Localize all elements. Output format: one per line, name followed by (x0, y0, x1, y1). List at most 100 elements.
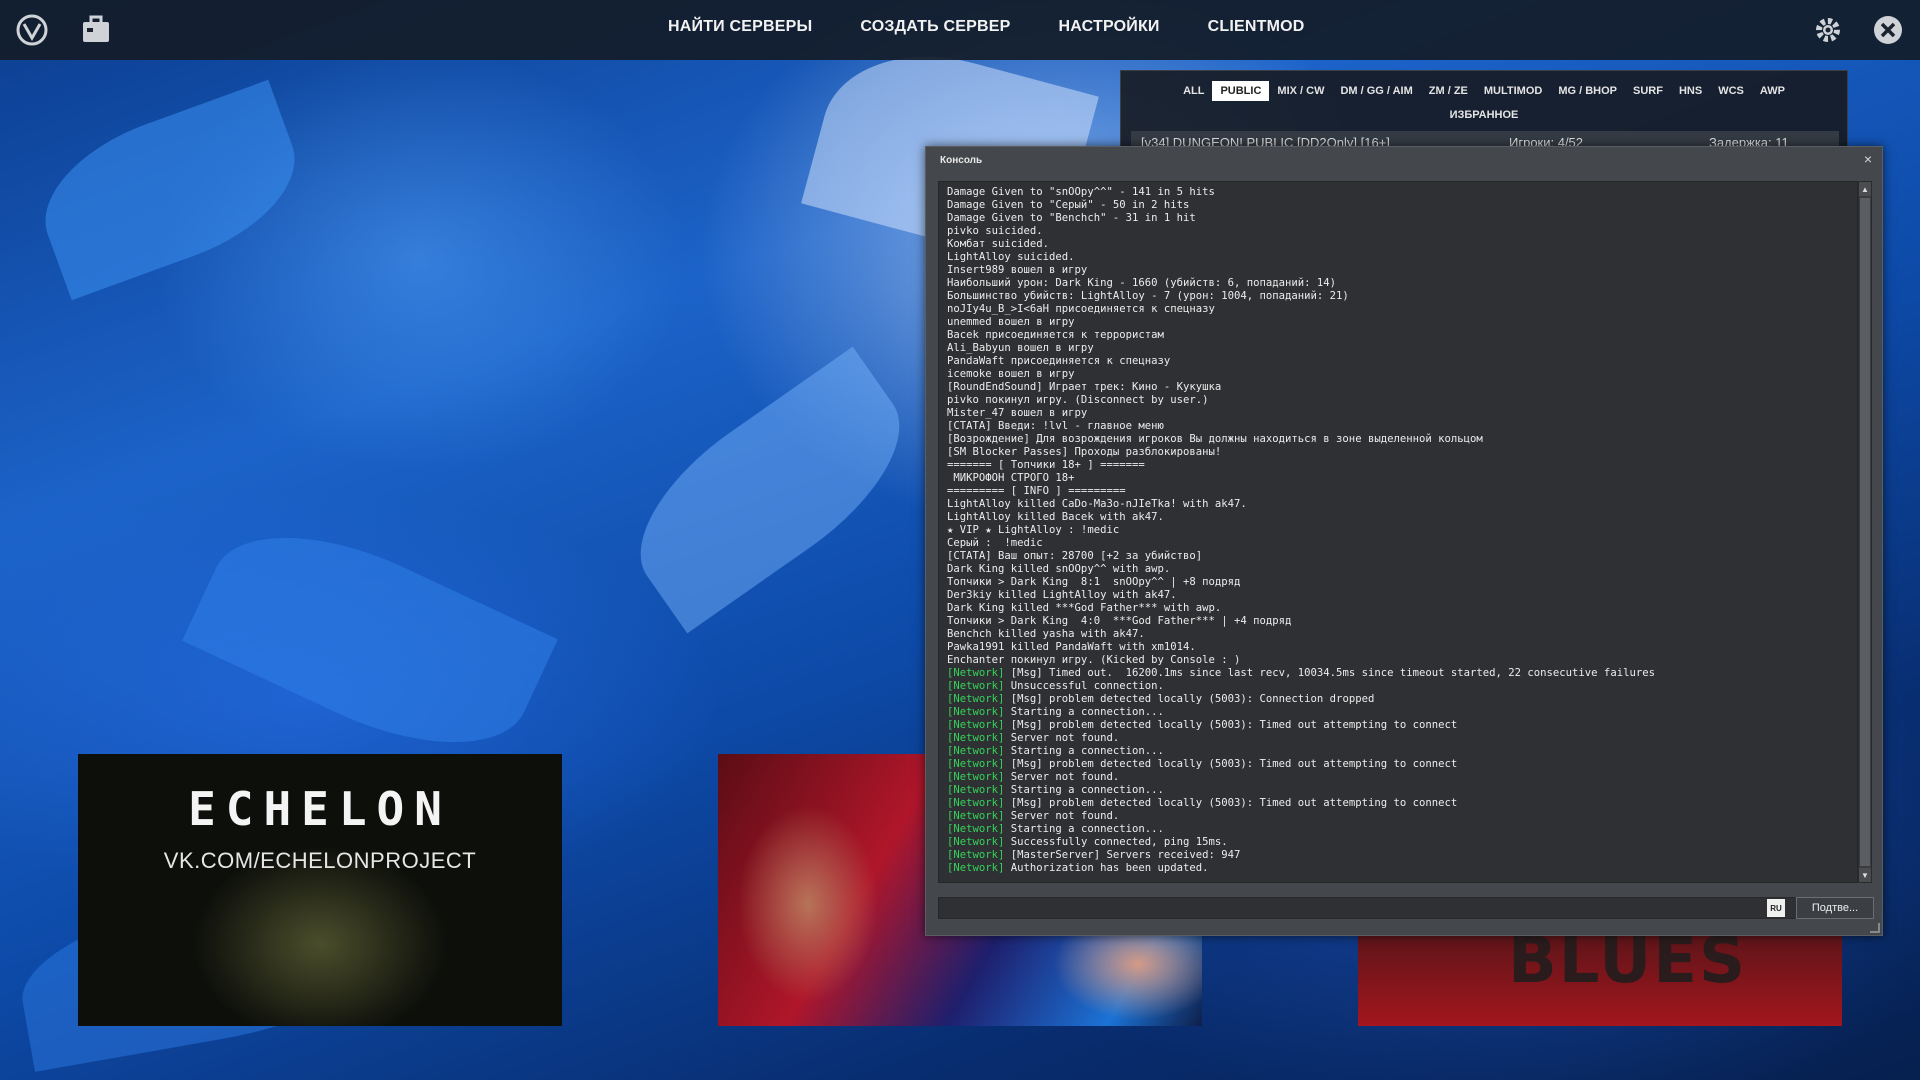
console-line-text: [MasterServer] Servers received: 947 (1004, 849, 1241, 861)
console-line-text: Starting a connection... (1004, 706, 1164, 718)
shield-logo-icon[interactable] (14, 12, 50, 48)
console-line: noJIy4u_B_>I<6aH присоединяется к спецна… (947, 303, 1849, 316)
console-line: [Network] [Msg] Timed out. 16200.1ms sin… (947, 667, 1849, 680)
console-line: [Network] Starting a connection... (947, 745, 1849, 758)
briefcase-icon[interactable] (78, 12, 114, 48)
console-output[interactable]: Damage Given to "snOOpy^^" - 141 in 5 hi… (938, 181, 1858, 883)
filter-all[interactable]: ALL (1175, 81, 1212, 101)
top-bar: НАЙТИ СЕРВЕРЫ СОЗДАТЬ СЕРВЕР НАСТРОЙКИ C… (0, 0, 1920, 60)
console-line: pivko покинул игру. (Disconnect by user.… (947, 394, 1849, 407)
console-line-text: [RoundEndSound] Играет трек: Кино - Куку… (947, 381, 1222, 393)
nav-create-server[interactable]: СОЗДАТЬ СЕРВЕР (860, 18, 1010, 36)
close-icon[interactable] (1870, 12, 1906, 48)
filter-surf[interactable]: SURF (1625, 81, 1671, 101)
echelon-banner[interactable]: ECHELON VK.COM/ECHELONPROJECT (78, 754, 562, 1026)
filter-mg-bhop[interactable]: MG / BHOP (1550, 81, 1625, 101)
network-tag: [Network] (947, 680, 1005, 692)
console-line: Benchch killed yasha with ak47. (947, 628, 1849, 641)
console-line: Комбат suicided. (947, 238, 1849, 251)
console-line-text: ======= [ Топчики 18+ ] ======= (947, 459, 1145, 471)
console-line-text: Starting a connection... (1004, 745, 1164, 757)
echelon-logo: ECHELON (188, 782, 452, 836)
console-line-text: Pawka1991 killed PandaWaft with xm1014. (947, 641, 1196, 653)
scroll-thumb[interactable] (1860, 198, 1870, 866)
console-close-button[interactable]: × (1864, 151, 1872, 167)
filter-favorites[interactable]: ИЗБРАННОЕ (1442, 105, 1527, 125)
console-line-text: ★ VIP ★ LightAlloy : !medic (947, 524, 1120, 536)
network-tag: [Network] (947, 745, 1005, 757)
console-line-text: [Msg] problem detected locally (5003): T… (1004, 797, 1458, 809)
console-line: LightAlloy killed Bacek with ak47. (947, 511, 1849, 524)
console-line: [SM Blocker Passes] Проходы разблокирова… (947, 446, 1849, 459)
filter-awp[interactable]: AWP (1752, 81, 1793, 101)
network-tag: [Network] (947, 862, 1005, 874)
console-line-text: Dark King killed ***God Father*** with a… (947, 602, 1222, 614)
console-title: Консоль (940, 155, 983, 166)
network-tag: [Network] (947, 693, 1005, 705)
nav-settings[interactable]: НАСТРОЙКИ (1059, 18, 1160, 36)
console-line-text: Damage Given to "snOOpy^^" - 141 in 5 hi… (947, 186, 1215, 198)
network-tag: [Network] (947, 836, 1005, 848)
console-line: [Network] Unsuccessful connection. (947, 680, 1849, 693)
filter-dm-gg-aim[interactable]: DM / GG / AIM (1332, 81, 1420, 101)
console-submit-button[interactable]: Подтве... (1796, 897, 1874, 919)
network-tag: [Network] (947, 771, 1005, 783)
resize-grip-icon[interactable] (1870, 923, 1880, 933)
console-line: Der3kiy killed LightAlloy with ak47. (947, 589, 1849, 602)
console-line: Damage Given to "Серый" - 50 in 2 hits (947, 199, 1849, 212)
console-line: [СТАТА] Ваш опыт: 28700 [+2 за убийство] (947, 550, 1849, 563)
console-line: Damage Given to "Benchch" - 31 in 1 hit (947, 212, 1849, 225)
console-line: Mister_47 вошел в игру (947, 407, 1849, 420)
console-line: [RoundEndSound] Играет трек: Кино - Куку… (947, 381, 1849, 394)
filter-zm-ze[interactable]: ZM / ZE (1421, 81, 1476, 101)
network-tag: [Network] (947, 758, 1005, 770)
scroll-down-icon[interactable]: ▼ (1859, 868, 1871, 882)
console-line-text: Damage Given to "Benchch" - 31 in 1 hit (947, 212, 1196, 224)
console-line-text: LightAlloy killed CaDo-Ma3o-nJIeTka! wit… (947, 498, 1247, 510)
filter-mix-cw[interactable]: MIX / CW (1269, 81, 1332, 101)
console-line: Большинство убийств: LightAlloy - 7 (уро… (947, 290, 1849, 303)
console-scrollbar[interactable]: ▲ ▼ (1858, 181, 1872, 883)
network-tag: [Network] (947, 719, 1005, 731)
console-line-text: Server not found. (1004, 732, 1120, 744)
console-command-input[interactable] (938, 897, 1800, 919)
console-line: [Network] Starting a connection... (947, 823, 1849, 836)
filter-wcs[interactable]: WCS (1710, 81, 1752, 101)
console-line: [Network] Successfully connected, ping 1… (947, 836, 1849, 849)
console-line: Dark King killed snOOpy^^ with awp. (947, 563, 1849, 576)
console-line-text: unemmed вошел в игру (947, 316, 1075, 328)
network-tag: [Network] (947, 797, 1005, 809)
console-line-text: [Msg] problem detected locally (5003): T… (1004, 758, 1458, 770)
top-right-icons (1810, 12, 1906, 48)
console-line-text: [СТАТА] Ваш опыт: 28700 [+2 за убийство] (947, 550, 1203, 562)
console-line-text: icemoke вошел в игру (947, 368, 1075, 380)
console-line-text: Starting a connection... (1004, 823, 1164, 835)
console-line: icemoke вошел в игру (947, 368, 1849, 381)
top-left-icons (14, 12, 114, 48)
console-line: Dark King killed ***God Father*** with a… (947, 602, 1849, 615)
console-line: PandaWaft присоединяется к спецназу (947, 355, 1849, 368)
background-leaf (23, 79, 317, 301)
nav-clientmod[interactable]: CLIENTMOD (1208, 18, 1305, 36)
console-line-text: Топчики > Dark King 4:0 ***God Father***… (947, 615, 1292, 627)
filter-hns[interactable]: HNS (1671, 81, 1710, 101)
console-line: Топчики > Dark King 8:1 snOOpy^^ | +8 по… (947, 576, 1849, 589)
console-line-text: Серый : !medic (947, 537, 1043, 549)
nav-find-servers[interactable]: НАЙТИ СЕРВЕРЫ (668, 18, 812, 36)
console-line: [Network] Server not found. (947, 732, 1849, 745)
console-line: Bacek присоединяется к террористам (947, 329, 1849, 342)
console-line-text: [СТАТА] Введи: !lvl - главное меню (947, 420, 1164, 432)
console-line-text: Damage Given to "Серый" - 50 in 2 hits (947, 199, 1190, 211)
console-line: Pawka1991 killed PandaWaft with xm1014. (947, 641, 1849, 654)
console-line: [Network] Server not found. (947, 810, 1849, 823)
console-line: Damage Given to "snOOpy^^" - 141 in 5 hi… (947, 186, 1849, 199)
console-line: [Network] [Msg] problem detected locally… (947, 758, 1849, 771)
console-line: ======= [ Топчики 18+ ] ======= (947, 459, 1849, 472)
network-tag: [Network] (947, 784, 1005, 796)
console-line-text: [Msg] problem detected locally (5003): T… (1004, 719, 1458, 731)
console-line: [СТАТА] Введи: !lvl - главное меню (947, 420, 1849, 433)
gear-icon[interactable] (1810, 12, 1846, 48)
filter-multimod[interactable]: MULTIMOD (1476, 81, 1550, 101)
scroll-up-icon[interactable]: ▲ (1859, 182, 1871, 196)
filter-public[interactable]: PUBLIC (1212, 81, 1270, 101)
